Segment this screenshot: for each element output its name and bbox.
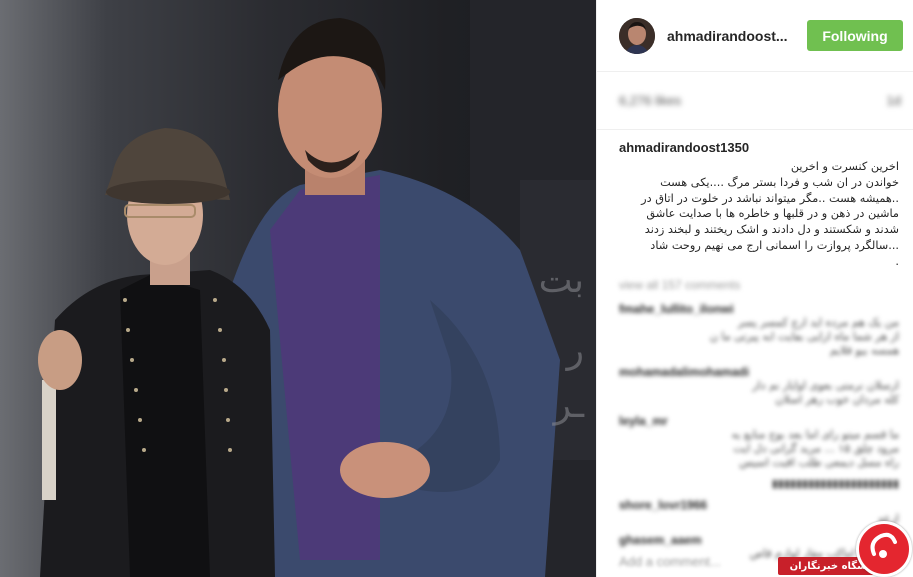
post-photo[interactable]: بت ر ـر	[0, 0, 596, 577]
wall-text-decoration: ـر	[553, 385, 584, 426]
caption-line: شدند و شکستند و دل دادند و اشک ریختند و …	[644, 223, 899, 237]
following-button[interactable]: Following	[807, 20, 903, 51]
comment: fmahe_lullito_ilonwi من یک هم مرده اید ا…	[619, 302, 899, 358]
caption-username[interactable]: ahmadirandoost1350	[619, 140, 899, 155]
wall-text-decoration: بت	[538, 260, 584, 301]
comment-text: ارعه	[878, 511, 899, 525]
ybc-logo-mark	[870, 532, 897, 558]
comment-text: من یک هم مرده اید ارج کمسر پسر	[737, 315, 899, 329]
post-time: 1d	[886, 93, 901, 108]
likes-row: 6,276 likes 1d	[597, 72, 913, 130]
wall-text-decoration: ر	[566, 330, 584, 371]
ybc-logo-icon	[856, 521, 912, 577]
comment-username[interactable]: leyla_mr	[619, 414, 899, 428]
view-all-comments-link[interactable]: view all 157 comments	[619, 278, 899, 292]
comment-text: ▮▮▮▮▮▮▮▮▮▮▮▮▮▮▮▮▮▮▮▮▮	[771, 476, 899, 490]
avatar-image	[619, 17, 655, 54]
comment-text: ما قسم میتو رای اما بعد بوج منابع یه	[731, 427, 899, 441]
comment-text: راه مسل دیمعی طلب اقبت اسیس	[739, 455, 899, 469]
caption-line: ...سالگرد پروازت را اسمانی ارج می نهیم ر…	[650, 238, 899, 252]
comment-text: کله مردان خوب رهر اسلان	[775, 392, 899, 406]
comment-text: از هر شما ماه ارایی بفایت ابه پیرتی ما ن	[709, 329, 899, 343]
comment: mohamadalimohamadi ارسلان نرمتی بعوی اوا…	[619, 365, 899, 407]
username[interactable]: ahmadirandoost...	[667, 28, 807, 44]
add-comment-input[interactable]: Add a comment...	[619, 554, 721, 569]
comments-list: view all 157 comments fmahe_lullito_ilon…	[597, 270, 913, 561]
caption-line: خواندن در ان شب و فردا بستر مرگ ....یکی …	[660, 175, 899, 189]
comment-username[interactable]: mohamadalimohamadi	[619, 365, 899, 379]
caption: ahmadirandoost1350 اخرین کنسرت و اخرین خ…	[597, 130, 913, 270]
post-sidebar: ahmadirandoost... Following 6,276 likes …	[596, 0, 913, 577]
comment: leyla_mr ما قسم میتو رای اما بعد بوج منا…	[619, 414, 899, 470]
likes-count[interactable]: 6,276 likes	[619, 93, 681, 108]
caption-line: ماشین در ذهن و در قلبها و خاطره ها با صد…	[646, 207, 899, 221]
comment: ▮▮▮▮▮▮▮▮▮▮▮▮▮▮▮▮▮▮▮▮▮	[619, 477, 899, 491]
caption-line: ..همیشه هست ..مگر میتواند نباشد در خلوت …	[641, 191, 899, 205]
comment-username[interactable]: fmahe_lullito_ilonwi	[619, 302, 899, 316]
photo-scene	[38, 0, 596, 577]
comment-text: همسه بیو قلایم	[829, 343, 899, 357]
post-header: ahmadirandoost... Following	[597, 0, 913, 72]
comment-username[interactable]: shore_lovr1966	[619, 498, 899, 512]
comment-text: ارسلان نرمتی بعوی اوایار نم دار	[752, 378, 899, 392]
caption-line: .	[895, 254, 899, 268]
comment: shore_lovr1966 ارعه	[619, 498, 899, 526]
comment-text: مرود چلق ۱۵ ... مرید گرانی دل ایت	[733, 441, 899, 455]
avatar[interactable]	[619, 17, 655, 54]
caption-line: اخرین کنسرت و اخرین	[790, 160, 899, 173]
